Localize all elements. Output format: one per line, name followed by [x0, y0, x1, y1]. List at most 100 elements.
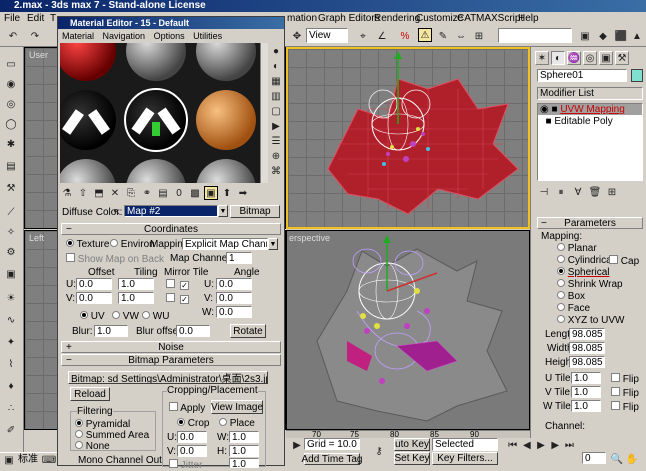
system-icon[interactable]: ♦	[4, 379, 18, 393]
v-tile-field[interactable]: 1.0	[571, 386, 601, 398]
u-tile-field[interactable]: 1.0	[571, 372, 601, 384]
u-mirror-checkbox[interactable]	[166, 279, 175, 291]
mapping-box-radio[interactable]: Box	[557, 291, 585, 302]
redo-icon[interactable]: ↷	[28, 29, 42, 43]
v-mirror-checkbox[interactable]	[166, 293, 175, 305]
brush-icon[interactable]: ⟋	[4, 205, 18, 219]
menu-maxscript[interactable]: MAXScript	[476, 12, 523, 25]
mapping-shrink-wrap-radio[interactable]: Shrink Wrap	[557, 279, 623, 290]
align-icon[interactable]: ⊞	[472, 29, 486, 43]
make-unique-stack-icon[interactable]: ∀	[571, 185, 585, 199]
input-icon[interactable]: ⌨	[42, 453, 56, 467]
mirror-icon[interactable]: ⇔	[454, 29, 468, 43]
flower-object-top[interactable]	[288, 49, 528, 227]
previous-frame-icon[interactable]: ◀	[520, 438, 533, 452]
menu-file[interactable]: File	[4, 12, 20, 25]
lock-selection-icon[interactable]: ▶	[290, 438, 304, 452]
play-icon[interactable]: ▶	[534, 438, 547, 452]
backlight-icon[interactable]: ◐	[269, 59, 283, 73]
time-ruler[interactable]: 70 75 80 85 90	[286, 430, 530, 439]
spacewarp-icon[interactable]: ⌇	[4, 357, 18, 371]
jitter-field[interactable]: 1.0	[229, 458, 259, 468]
particles-icon[interactable]: ∴	[4, 401, 18, 415]
menu-cat[interactable]: CAT	[457, 12, 476, 25]
bitmap-path-button[interactable]: Bitmap: sd Settings\Administrator\桌面\2s3…	[68, 371, 268, 384]
object-name-field[interactable]: Sphere01	[537, 69, 627, 82]
v-angle-field[interactable]: 0.0	[216, 292, 252, 304]
menu-edit[interactable]: Edit	[27, 12, 44, 25]
camera-icon[interactable]: ▣	[4, 267, 18, 281]
options-icon[interactable]: ☰	[269, 134, 283, 148]
environ-radio[interactable]: Environ	[110, 239, 155, 250]
paint-icon[interactable]: ✐	[4, 423, 18, 437]
texture-radio[interactable]: Texture	[66, 239, 109, 250]
current-frame-field[interactable]: 0	[582, 452, 606, 464]
menu-navigation[interactable]: Navigation	[103, 31, 146, 41]
view-image-button[interactable]: View Image	[211, 400, 263, 414]
move-icon[interactable]: ✥	[290, 29, 304, 43]
gear-icon[interactable]: ⚙	[4, 245, 18, 259]
add-time-tag-button[interactable]: Add Time Tag	[302, 453, 362, 465]
viewport-left-label[interactable]: Left	[29, 233, 44, 243]
show-map-icon[interactable]: ▩	[188, 186, 202, 200]
show-end-result-icon[interactable]: ▣	[204, 186, 218, 200]
hierarchy-icon[interactable]: ◎	[4, 97, 18, 111]
go-to-start-icon[interactable]: ⏮	[506, 438, 519, 452]
quick-render-icon[interactable]: ◆	[596, 29, 610, 43]
sample-slot-4[interactable]	[60, 90, 116, 150]
mapping-spherical-radio[interactable]: Spherical	[557, 267, 609, 278]
show-end-result-stack-icon[interactable]: ⏸	[554, 185, 568, 199]
menu-rendering[interactable]: Rendering	[374, 12, 420, 25]
motion-tab-icon[interactable]: ◎	[583, 51, 597, 65]
spinner-snap-icon[interactable]: ⚠	[418, 28, 432, 42]
auto-key-button[interactable]: uto Key	[394, 438, 430, 451]
filter-pyramidal-radio[interactable]: Pyramidal	[75, 419, 130, 430]
input-method-label[interactable]: 标准	[18, 454, 38, 465]
pin-stack-icon[interactable]: ⊣	[537, 185, 551, 199]
viewport-perspective[interactable]: erspective	[286, 230, 530, 430]
v-tile-checkbox[interactable]: ✓	[180, 293, 189, 305]
filter-summed-area-radio[interactable]: Summed Area	[75, 430, 149, 441]
wrench-icon[interactable]: ⚒	[4, 181, 18, 195]
menu-animation[interactable]: mation	[287, 12, 317, 25]
u-angle-field[interactable]: 0.0	[216, 278, 252, 290]
apply-checkbox[interactable]: Apply	[169, 402, 205, 414]
uv-radio[interactable]: UV	[80, 311, 105, 322]
zoom-icon[interactable]: 🔍	[610, 452, 624, 466]
menu-tools[interactable]: T	[50, 12, 56, 25]
create-tab-icon[interactable]: ✶	[535, 51, 549, 65]
display-icon[interactable]: ✱	[4, 137, 18, 151]
mapping-dropdown-arrow[interactable]: ▼	[268, 238, 278, 250]
video-color-icon[interactable]: ▢	[269, 104, 283, 118]
map-type-button[interactable]: Bitmap	[230, 205, 280, 218]
render-last-icon[interactable]: ⬛	[614, 29, 628, 43]
undo-icon[interactable]: ↶	[6, 29, 20, 43]
width-field[interactable]: 98.085	[569, 342, 605, 354]
blur-field[interactable]: 1.0	[94, 325, 128, 337]
pan-icon[interactable]: ✋	[625, 452, 639, 466]
coordinates-rollout-header[interactable]: − Coordinates	[61, 223, 281, 235]
sample-slot-3[interactable]	[196, 43, 256, 81]
make-preview-icon[interactable]: ▶	[269, 119, 283, 133]
key-icon[interactable]: ⚷	[372, 444, 386, 458]
sample-slots-scrollbar[interactable]	[260, 43, 268, 183]
render-scene-icon[interactable]: ▣	[578, 29, 592, 43]
jitter-checkbox[interactable]: Jitter	[169, 459, 202, 471]
set-key-button[interactable]: Set Key	[394, 452, 430, 465]
utilities-icon[interactable]: ▤	[4, 159, 18, 173]
stack-item-uvw-mapping[interactable]: ◉ ■ UVW Mapping	[538, 104, 642, 115]
motion-icon[interactable]: ◯	[4, 117, 18, 131]
put-to-scene-icon[interactable]: ⇧	[76, 186, 90, 200]
sample-slot-2[interactable]	[126, 43, 186, 81]
named-selection-icon[interactable]: ✎	[436, 29, 450, 43]
u-offset-field[interactable]: 0.0	[76, 278, 112, 290]
go-forward-icon[interactable]: ➡	[236, 186, 250, 200]
hierarchy-tab-icon[interactable]: ♒	[567, 51, 581, 65]
mapping-face-radio[interactable]: Face	[557, 303, 590, 314]
mapping-cylindrical-radio[interactable]: Cylindrical	[557, 255, 614, 266]
map-channel-field[interactable]: 1	[226, 252, 252, 264]
vw-radio[interactable]: VW	[112, 311, 139, 322]
v-offset-field[interactable]: 0.0	[76, 292, 112, 304]
sample-slot-6[interactable]	[196, 90, 256, 150]
menu-help[interactable]: Help	[518, 12, 539, 25]
